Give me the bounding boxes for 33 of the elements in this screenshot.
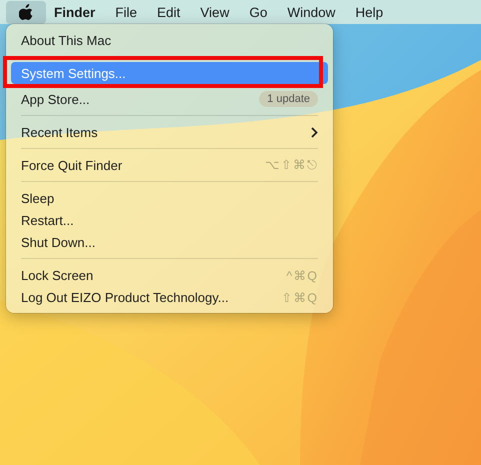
menu-bar-item[interactable]: View [190, 4, 240, 20]
keyboard-shortcut: ⇧⌘Q [281, 290, 318, 304]
apple-icon [19, 4, 33, 20]
menu-item-label: Recent Items [21, 124, 99, 140]
apple-menu-button[interactable] [6, 0, 46, 24]
chevron-right-icon [311, 126, 318, 138]
menu-item-label: Log Out EIZO Product Technology... [21, 290, 230, 304]
menu-item-label: About This Mac [21, 32, 112, 48]
menu-item[interactable]: Lock Screen ^⌘Q [11, 264, 328, 286]
menu-item[interactable]: Restart... [11, 209, 328, 231]
menu-item[interactable]: Log Out EIZO Product Technology... ⇧⌘Q [11, 286, 328, 308]
menu-bar-item[interactable]: Go [239, 4, 278, 20]
menu-item-label: Restart... [21, 212, 75, 228]
keyboard-shortcut: ^⌘Q [286, 268, 318, 282]
menu-item[interactable]: App Store... 1 update [11, 88, 328, 110]
menu-item-label: Force Quit Finder [21, 158, 124, 172]
update-badge: 1 update [259, 91, 318, 107]
keyboard-shortcut: ⌥⇧⌘⎋ [265, 157, 318, 173]
menu-item-label: App Store... [21, 92, 91, 106]
menu-item-label: Sleep [21, 190, 56, 206]
menu-bar-item[interactable]: Edit [147, 4, 190, 20]
menu-item[interactable]: Shut Down... [11, 231, 328, 253]
menu-bar-item[interactable]: File [105, 4, 148, 20]
app-menu[interactable]: Finder [46, 4, 106, 20]
menu-bar-item[interactable]: Help [345, 4, 394, 20]
menu-item[interactable]: Force Quit Finder ⌥⇧⌘⎋ [11, 154, 328, 176]
menu-item[interactable]: About This Mac [11, 29, 328, 51]
menu-item-label: Lock Screen [21, 268, 94, 282]
menu-item-label: System Settings... [21, 66, 127, 80]
menu-item-label: Shut Down... [21, 234, 96, 250]
menu-item[interactable]: Sleep [11, 187, 328, 209]
menu-bar-item[interactable]: Window [277, 4, 346, 20]
menu-item[interactable]: Recent Items [11, 121, 328, 143]
